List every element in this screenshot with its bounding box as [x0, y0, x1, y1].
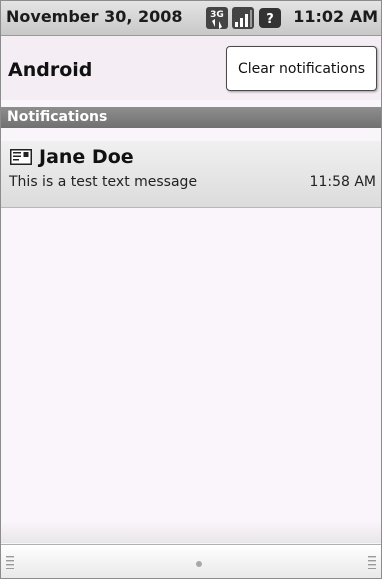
notifications-section-header: Notifications [1, 107, 381, 128]
section-label: Notifications [7, 109, 108, 125]
handle-dot-icon [196, 561, 202, 567]
notification-title: Jane Doe [39, 146, 134, 168]
unknown-sim-icon: ? [259, 8, 281, 28]
svg-text:3G: 3G [210, 10, 224, 20]
clear-notifications-button[interactable]: Clear notifications [226, 46, 377, 91]
notification-text: This is a test text message [9, 174, 198, 190]
grip-left-icon [6, 556, 14, 569]
notification-item[interactable]: Jane Doe This is a test text message 11:… [1, 141, 381, 208]
signal-strength-icon [232, 7, 254, 29]
shade-bottom-fade [1, 521, 381, 543]
notification-shade: November 30, 2008 3G ? 11:02 AM Android … [0, 0, 382, 579]
grip-right-icon [368, 556, 376, 569]
sms-message-icon [10, 149, 32, 165]
svg-text:?: ? [266, 12, 274, 27]
3g-data-icon: 3G [206, 7, 228, 29]
status-date: November 30, 2008 [6, 7, 183, 26]
status-bar[interactable]: November 30, 2008 3G ? 11:02 AM [1, 1, 381, 36]
notification-time: 11:58 AM [309, 174, 376, 190]
status-time: 11:02 AM [293, 7, 378, 26]
carrier-label: Android [8, 59, 93, 81]
shade-close-handle[interactable] [1, 544, 381, 578]
shade-header: Android Clear notifications [1, 36, 381, 100]
